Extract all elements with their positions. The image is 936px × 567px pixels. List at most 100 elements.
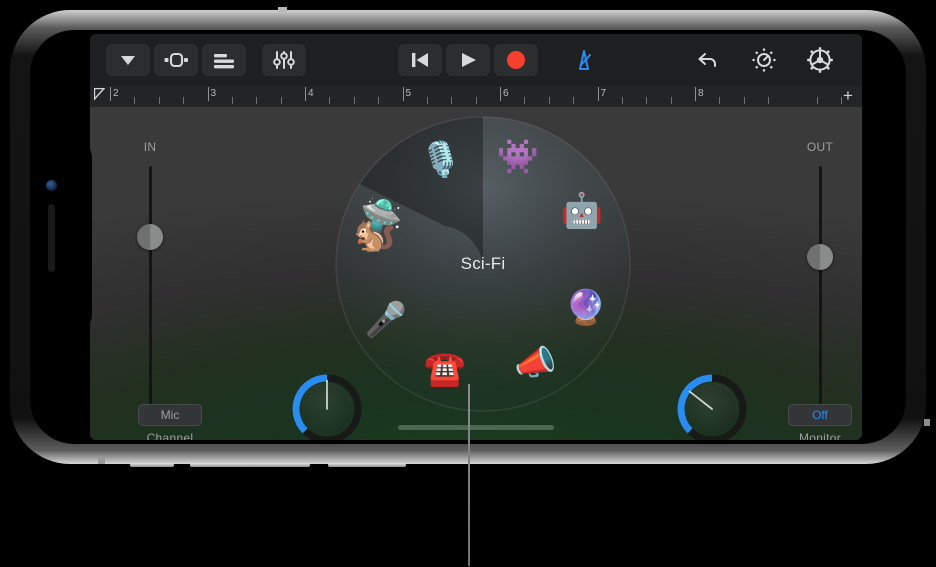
earpiece-speaker — [48, 204, 55, 272]
ruler-sub-tick — [426, 97, 428, 104]
settings-button[interactable] — [798, 44, 842, 76]
loop-browser-button[interactable] — [742, 44, 786, 76]
volume-up-button[interactable] — [190, 463, 310, 467]
callout-leader-line — [468, 384, 470, 566]
ruler-sub-tick — [134, 97, 136, 104]
ruler-sub-tick — [548, 97, 550, 104]
wheel-effect-chipmunk[interactable]: 🐿️ — [352, 212, 398, 258]
input-fader-track — [149, 166, 152, 418]
wheel-effect-helium[interactable]: 🎤 — [363, 297, 409, 343]
play-button[interactable] — [446, 44, 490, 76]
gear-icon — [807, 47, 833, 73]
sliders-icon — [273, 51, 295, 69]
ruler-sub-tick — [719, 97, 721, 104]
ruler-sub-tick — [646, 97, 648, 104]
dial-icon — [752, 48, 776, 72]
wheel-effect-telephone[interactable]: ☎️ — [422, 346, 468, 392]
device-antenna-line-right — [924, 419, 930, 426]
ruler-sub-tick — [573, 97, 575, 104]
ruler-tick-marks: 2 3 4 5 6 7 8 — [90, 86, 862, 107]
ruler-bar-number: 2 — [113, 88, 119, 99]
monitor-caption: Monitor — [798, 431, 842, 440]
ruler-sub-tick — [158, 97, 160, 104]
wheel-effect-telephone2[interactable]: 🎙️ — [418, 137, 464, 183]
toolbar-left-group — [104, 44, 308, 76]
ruler-sub-tick — [621, 97, 623, 104]
record-icon — [507, 51, 525, 69]
play-icon — [462, 53, 476, 67]
chevron-down-icon — [121, 56, 135, 65]
wheel-effect-cosmic[interactable]: 🔮 — [563, 285, 609, 331]
pitch-knob[interactable] — [675, 372, 749, 440]
device-notch — [30, 136, 92, 336]
ruler-bar-number: 7 — [600, 88, 607, 99]
ruler-sub-tick — [256, 97, 258, 104]
timeline-ruler[interactable]: 2 3 4 5 6 7 8 + — [90, 86, 862, 108]
ruler-sub-tick — [451, 97, 453, 104]
ruler-bar-line — [500, 87, 501, 101]
audio-recorder-stage: IN Mic Channel Tone — [90, 108, 862, 440]
toolbar-right-group — [684, 44, 844, 76]
ruler-bar-number: 4 — [308, 88, 314, 99]
metronome-button[interactable] — [562, 44, 606, 76]
ruler-sub-tick — [329, 97, 331, 104]
monitor-toggle-button[interactable]: Off — [788, 404, 852, 426]
app-screen: 2 3 4 5 6 7 8 + IN Mic Channel Sci-Fi 🛸 🎙️ 👾 🤖… — [90, 34, 862, 440]
metronome-icon — [579, 50, 591, 70]
ruler-bar-line — [695, 87, 696, 101]
tracks-view-button[interactable] — [154, 44, 198, 76]
tracks-icon — [164, 52, 188, 68]
ruler-bar-number: 5 — [405, 88, 412, 99]
ruler-sub-tick — [816, 97, 818, 104]
front-camera-sensor — [46, 180, 57, 191]
wheel-effect-monster[interactable]: 👾 — [495, 134, 541, 180]
undo-button[interactable] — [686, 44, 730, 76]
ruler-sub-tick — [670, 97, 672, 104]
ruler-sub-tick — [183, 97, 185, 104]
input-fader-knob[interactable] — [137, 223, 163, 250]
track-controls-button[interactable] — [202, 44, 246, 76]
rewind-button[interactable] — [398, 44, 442, 76]
ruler-bar-number: 8 — [698, 88, 704, 99]
navigation-chevron-button[interactable] — [106, 44, 150, 76]
input-channel-caption: Channel — [146, 431, 194, 440]
side-power-button[interactable] — [328, 463, 406, 467]
rewind-icon — [412, 53, 428, 67]
output-fader[interactable] — [800, 166, 840, 418]
ruler-bar-line — [597, 87, 599, 101]
ruler-bar-line — [207, 87, 209, 101]
output-fader-knob[interactable] — [807, 243, 833, 270]
app-toolbar — [90, 34, 862, 86]
add-section-button[interactable]: + — [840, 87, 856, 104]
ruler-sub-tick — [524, 97, 526, 104]
home-indicator[interactable] — [398, 425, 554, 430]
ruler-sub-tick — [231, 97, 233, 104]
ruler-bar-line — [402, 87, 404, 101]
device-antenna-line-side — [98, 457, 105, 464]
pitch-knob-face — [686, 383, 738, 435]
ruler-sub-tick — [353, 97, 355, 104]
ruler-sub-tick — [768, 97, 770, 104]
controls-sliders-button[interactable] — [262, 44, 306, 76]
record-button[interactable] — [494, 44, 538, 76]
device-antenna-line-top — [278, 7, 287, 12]
ruler-bar-line — [110, 87, 111, 101]
input-label: IN — [143, 140, 157, 154]
voice-effect-wheel[interactable]: Sci-Fi 🛸 🎙️ 👾 🤖 🔮 📣 ☎️ 🎤 🐿️ — [335, 116, 631, 412]
input-fader[interactable] — [130, 166, 170, 421]
undo-icon — [698, 53, 716, 67]
transport-group — [396, 44, 608, 76]
ruler-sub-tick — [475, 97, 477, 104]
ruler-sub-tick — [378, 97, 380, 104]
ruler-sub-tick — [743, 97, 745, 104]
wheel-effect-megaphone[interactable]: 📣 — [513, 340, 559, 386]
list-icon — [214, 54, 234, 69]
volume-down-button[interactable] — [130, 463, 174, 467]
ruler-bar-line — [305, 87, 306, 101]
wheel-effect-robot[interactable]: 🤖 — [559, 188, 605, 234]
output-label: OUT — [806, 140, 834, 154]
ruler-bar-number: 3 — [210, 88, 217, 99]
ruler-bar-number: 6 — [503, 88, 509, 99]
input-channel-button[interactable]: Mic — [138, 404, 202, 426]
ruler-sub-tick — [280, 97, 282, 104]
